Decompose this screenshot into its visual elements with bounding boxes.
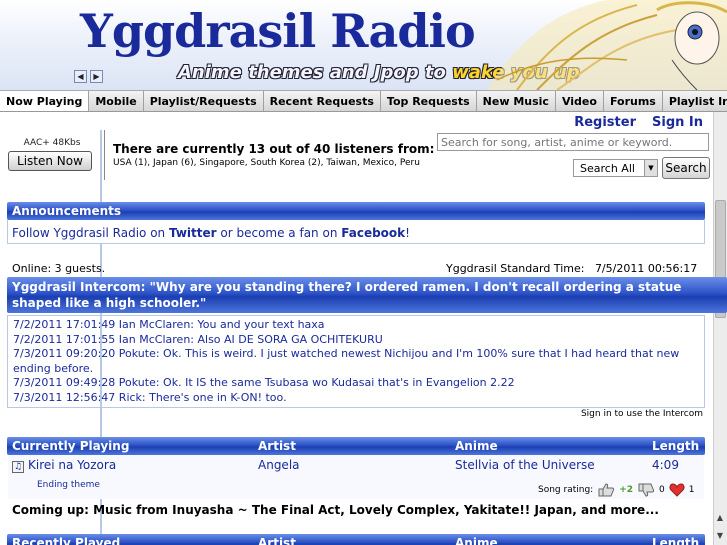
tab-forums[interactable]: Forums — [603, 91, 663, 111]
player-box: AAC+ 48Kbs Listen Now — [8, 138, 96, 171]
rating-down-count: 0 — [659, 485, 665, 495]
banner-nav: ◀ ▶ — [74, 70, 103, 83]
favorite-count: 1 — [688, 485, 695, 495]
tab-playlist-info[interactable]: Playlist Info — [662, 91, 727, 111]
col-recently-played: Recently Played — [12, 536, 121, 545]
listener-count: There are currently 13 out of 40 listene… — [113, 142, 435, 156]
intercom-header: Yggdrasil Intercom: "Why are you standin… — [7, 277, 727, 313]
announcement-text-3: ! — [405, 226, 410, 240]
thumbs-up-icon[interactable] — [597, 483, 615, 497]
heart-icon[interactable] — [669, 483, 685, 497]
intercom-message: ending before. — [13, 361, 94, 375]
current-length: 4:09 — [652, 458, 679, 472]
search-scope-value: Search All — [580, 161, 635, 175]
standard-time-label: Yggdrasil Standard Time: — [446, 262, 585, 275]
col-currently-playing: Currently Playing — [12, 439, 130, 453]
tab-now-playing[interactable]: Now Playing — [0, 91, 90, 111]
intercom-message: 7/2/2011 17:01:49 Ian McClaren: You and … — [13, 318, 325, 331]
search-input[interactable] — [437, 133, 709, 151]
column-divider-thin — [104, 130, 105, 180]
col-artist: Artist — [258, 439, 296, 453]
announcement-text: Follow Yggdrasil Radio on Twitter or bec… — [12, 226, 410, 240]
current-artist[interactable]: Angela — [258, 458, 300, 472]
tab-playlist-requests[interactable]: Playlist/Requests — [143, 91, 264, 111]
music-note-icon: ♫ — [12, 461, 24, 473]
current-song-title: Kirei na Yozora — [28, 458, 117, 472]
page-scrollbar[interactable] — [713, 112, 727, 545]
facebook-link[interactable]: Facebook — [341, 226, 405, 240]
thumbs-down-icon[interactable] — [637, 483, 655, 497]
intercom-message: 7/2/2011 17:01:55 Ian McClaren: Also AI … — [13, 332, 383, 346]
song-rating-label: Song rating: — [538, 485, 594, 495]
rating-up-count: +2 — [619, 485, 634, 495]
standard-time-value: 7/5/2011 00:56:17 — [594, 262, 698, 275]
tab-mobile[interactable]: Mobile — [89, 91, 144, 111]
intercom-title-line2: shaped like a high schooler." — [12, 296, 207, 310]
search-scope-select[interactable]: Search All ▼ — [573, 159, 658, 177]
current-anime[interactable]: Stellvia of the Universe — [455, 458, 595, 472]
tab-top-requests[interactable]: Top Requests — [380, 91, 477, 111]
site-header: Yggdrasil Radio Anime themes and Jpop to… — [0, 0, 727, 90]
signin-link[interactable]: Sign In — [652, 115, 703, 130]
intercom-message: 7/3/2011 09:20:20 Pokute: Ok. This is we… — [13, 347, 680, 360]
banner-next-icon[interactable]: ▶ — [90, 70, 103, 83]
online-count: Online: 3 guests. — [12, 262, 106, 275]
col-length: Length — [652, 439, 700, 453]
bitrate-label: AAC+ 48Kbs — [23, 138, 81, 148]
banner-prev-icon[interactable]: ◀ — [74, 70, 87, 83]
intercom-title-line1: Yggdrasil Intercom: "Why are you standin… — [12, 280, 682, 294]
col-length: Length — [652, 536, 700, 545]
col-artist: Artist — [258, 536, 296, 545]
announcements-header: Announcements — [7, 202, 705, 220]
main-nav-tabs: Now Playing Mobile Playlist/Requests Rec… — [0, 90, 727, 112]
listen-now-button[interactable]: Listen Now — [8, 151, 92, 171]
intercom-messages: 7/2/2011 17:01:49 Ian McClaren: You and … — [7, 315, 705, 408]
announcement-text-2: or become a fan on — [216, 226, 342, 240]
song-rating: Song rating: +2 0 1 — [538, 483, 694, 497]
theme-type: Ending theme — [37, 480, 100, 490]
scroll-down-icon[interactable]: ▼ — [714, 531, 726, 543]
tagline-text: Anime themes and Jpop to — [178, 62, 453, 83]
current-song[interactable]: ♫ Kirei na Yozora — [12, 458, 116, 473]
standard-time: Yggdrasil Standard Time: 7/5/2011 00:56:… — [446, 262, 697, 275]
coming-up: Coming up: Music from Inuyasha ~ The Fin… — [12, 503, 659, 517]
intercom-message: 7/3/2011 12:56:47 Rick: There's one in K… — [13, 390, 287, 404]
recently-played-header: Recently Played Artist Anime Length — [7, 534, 705, 545]
account-links: Register Sign In — [574, 115, 703, 130]
listener-countries: USA (1), Japan (6), Singapore, South Kor… — [113, 158, 420, 168]
chevron-down-icon: ▼ — [644, 160, 657, 176]
currently-playing-header: Currently Playing Artist Anime Length — [7, 437, 705, 455]
tab-recent-requests[interactable]: Recent Requests — [263, 91, 381, 111]
col-anime: Anime — [455, 536, 498, 545]
twitter-link[interactable]: Twitter — [169, 226, 217, 240]
intercom-signin-note[interactable]: Sign in to use the Intercom — [581, 409, 703, 419]
scroll-up-icon[interactable]: ▲ — [714, 513, 726, 525]
intercom-message: 7/3/2011 09:49:28 Pokute: Ok. It IS the … — [13, 376, 515, 389]
col-anime: Anime — [455, 439, 498, 453]
register-link[interactable]: Register — [574, 115, 636, 130]
announcement-text-1: Follow Yggdrasil Radio on — [12, 226, 169, 240]
site-title[interactable]: Yggdrasil Radio — [80, 4, 476, 58]
tab-video[interactable]: Video — [555, 91, 604, 111]
anime-character-art — [487, 0, 727, 90]
search-button[interactable]: Search — [662, 157, 710, 179]
tab-new-music[interactable]: New Music — [476, 91, 556, 111]
